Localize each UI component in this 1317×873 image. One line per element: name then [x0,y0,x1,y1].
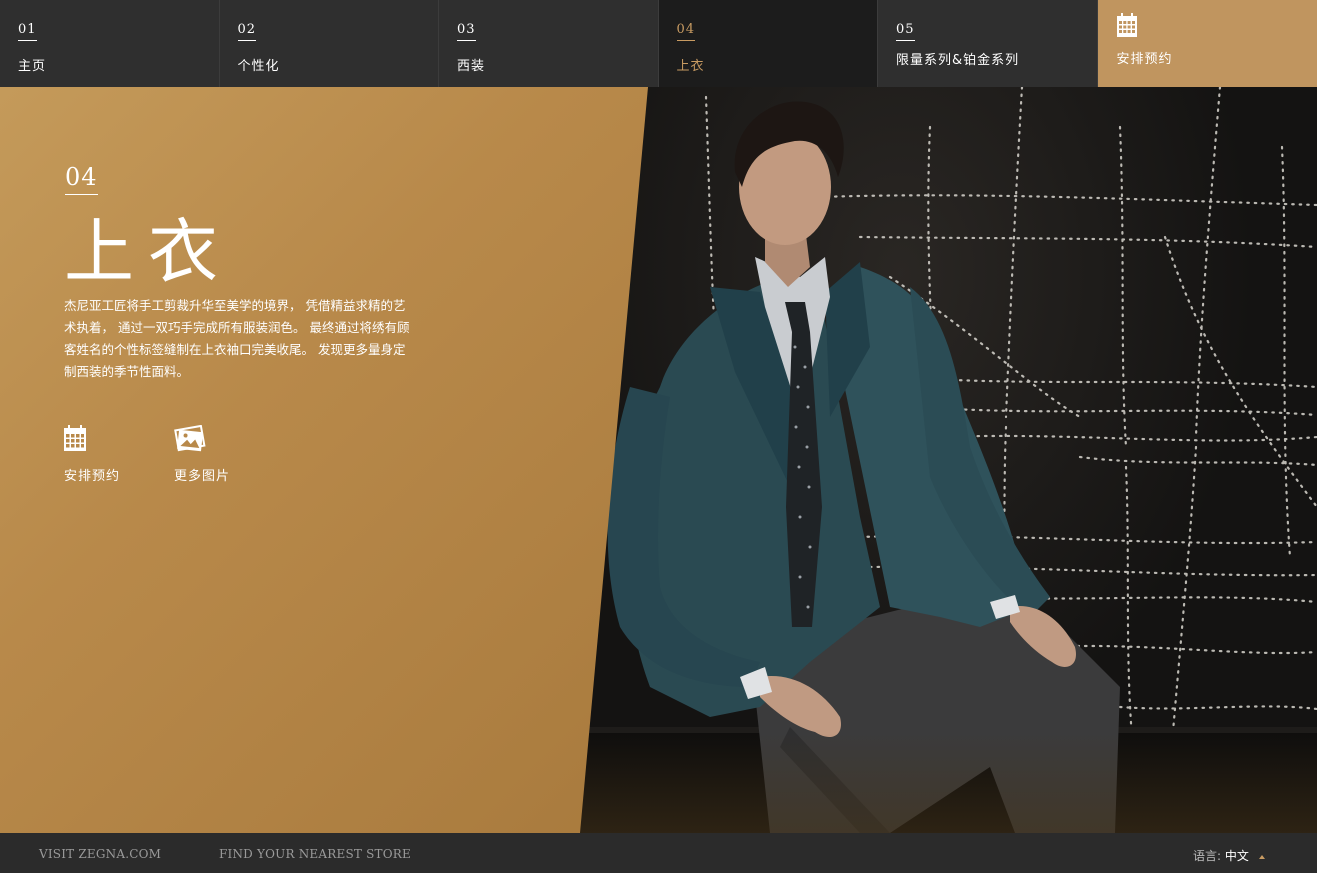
more-photos-label: 更多图片 [174,469,231,484]
language-value[interactable]: 中文 [1225,849,1249,863]
nav-item-label: 上衣 [676,59,705,74]
calendar-icon [1116,13,1137,41]
language-selector[interactable]: 语言: 中文 [1193,847,1265,864]
section-title: 上衣 [64,211,232,293]
calendar-icon [64,425,120,455]
main-section: 04 上衣 杰尼亚工匠将手工剪裁升华至美学的境界， 凭借精益求精的艺术执着， 通… [0,87,1317,833]
book-appointment-button[interactable]: 安排预约 [64,425,120,484]
nav-item-home[interactable]: 01 主页 [0,0,220,87]
language-label: 语言: [1193,849,1222,863]
section-number: 04 [65,162,98,195]
nav-item-number: 01 [18,21,37,41]
nav-item-number: 05 [896,21,915,41]
model-photo [560,87,1317,833]
nav-item-label: 主页 [18,59,47,74]
nav-item-jackets[interactable]: 04 上衣 [658,0,878,87]
nav-item-label: 个性化 [237,59,280,74]
nav-book-label: 安排预约 [1116,52,1173,67]
nav-item-number: 02 [237,21,257,41]
nav-item-label: 西装 [457,59,486,74]
nav-item-limited-collection[interactable]: 05 限量系列&铂金系列 [878,0,1098,87]
nav-book-appointment-button[interactable]: 安排预约 [1097,0,1317,87]
section-description: 杰尼亚工匠将手工剪裁升华至美学的境界， 凭借精益求精的艺术执着， 通过一双巧手完… [64,298,410,379]
more-photos-button[interactable]: 更多图片 [174,424,231,484]
visit-zegna-link[interactable]: VISIT ZEGNA.COM [39,847,161,861]
footer: VISIT ZEGNA.COM FIND YOUR NEAREST STORE … [0,833,1317,873]
caret-up-icon [1258,854,1265,859]
nav-item-number: 03 [457,21,476,41]
find-store-link[interactable]: FIND YOUR NEAREST STORE [219,847,411,861]
top-navigation: 01 主页 02 个性化 03 西装 04 上衣 05 限量系列&铂金系列 安排… [0,0,1317,87]
nav-item-label: 限量系列&铂金系列 [896,53,1020,68]
photos-icon [174,424,230,455]
nav-item-personalization[interactable]: 02 个性化 [220,0,439,87]
nav-item-suits[interactable]: 03 西装 [439,0,659,87]
nav-item-number: 04 [676,21,696,41]
book-appointment-label: 安排预约 [64,469,121,484]
